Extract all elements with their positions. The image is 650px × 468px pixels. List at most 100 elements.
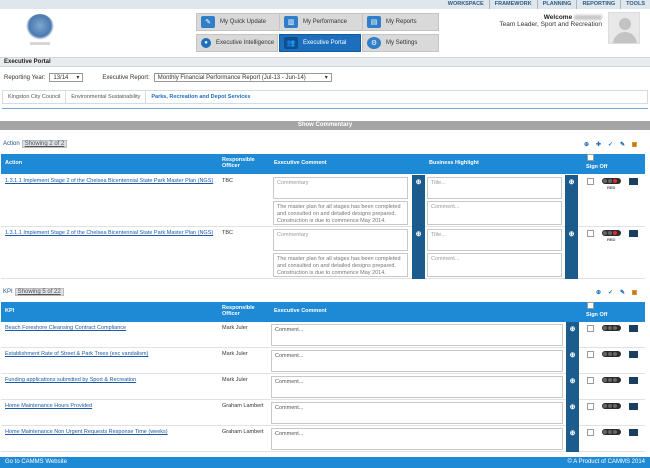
kpi-section-label: KPI Showing 5 of 22 bbox=[3, 288, 64, 296]
kpi-link[interactable]: Beach Foreshore Cleansing Contract Compl… bbox=[5, 325, 126, 331]
sign-off-checkbox[interactable] bbox=[587, 429, 594, 436]
table-row: 1.3.1.1 Implement Stage 2 of the Chelsea… bbox=[1, 227, 645, 279]
nav-planning[interactable]: PLANNING bbox=[536, 0, 577, 9]
highlight-comment-input[interactable]: Comment... bbox=[427, 201, 562, 225]
nav-tools[interactable]: TOOLS bbox=[620, 0, 650, 9]
email-icon[interactable] bbox=[629, 429, 638, 436]
kpi-link[interactable]: Home Maintenance Non Urgent Requests Res… bbox=[5, 429, 168, 435]
executive-comment-input[interactable]: Comment... bbox=[271, 402, 563, 424]
tile-executive-intelligence[interactable]: ● Executive Intelligence bbox=[196, 34, 278, 52]
highlight-title-input[interactable]: Title... bbox=[427, 177, 562, 199]
responsible-officer: Mark Juler bbox=[222, 377, 248, 383]
executive-comment-input[interactable]: Comment... bbox=[271, 350, 563, 372]
add-comment-button[interactable]: ⊕ bbox=[566, 400, 579, 426]
add-comment-icon[interactable]: ⊕ bbox=[594, 288, 603, 297]
camms-website-link[interactable]: Go to CAMMS Website bbox=[5, 457, 67, 468]
email-icon[interactable] bbox=[629, 377, 638, 384]
add-icon[interactable]: ✚ bbox=[594, 140, 603, 149]
header-executive-comment: Executive Comment bbox=[274, 308, 327, 314]
email-icon[interactable] bbox=[629, 230, 638, 237]
executive-comment-input[interactable]: Commentary bbox=[273, 229, 408, 251]
add-comment-button[interactable]: ⊕ bbox=[566, 322, 579, 348]
reporting-year-select[interactable]: 13/14 ▾ bbox=[49, 73, 84, 82]
tile-my-settings[interactable]: ⚙ My Settings bbox=[362, 34, 439, 52]
chart-icon: ▥ bbox=[284, 16, 298, 28]
traffic-light-icon bbox=[602, 377, 621, 383]
executive-comment-input[interactable]: Comment... bbox=[271, 376, 563, 398]
kpi-showing-count[interactable]: Showing 5 of 22 bbox=[14, 288, 64, 296]
user-name-redacted bbox=[574, 14, 602, 20]
nav-workspace[interactable]: WORKSPACE bbox=[443, 0, 489, 9]
footer: Go to CAMMS Website © A Product of CAMMS… bbox=[0, 457, 650, 468]
nav-reporting[interactable]: REPORTING bbox=[576, 0, 620, 9]
action-link[interactable]: 1.3.1.1 Implement Stage 2 of the Chelsea… bbox=[5, 178, 215, 185]
kpi-link[interactable]: Funding applications submitted by Sport … bbox=[5, 377, 136, 383]
breadcrumb: Kingston City Council Environmental Sust… bbox=[2, 90, 648, 104]
sign-off-checkbox[interactable] bbox=[587, 178, 594, 185]
sign-off-checkbox[interactable] bbox=[587, 230, 594, 237]
save-icon[interactable]: ▣ bbox=[630, 140, 639, 149]
tile-label: Executive Intelligence bbox=[216, 40, 275, 46]
executive-comment-input[interactable]: Comment... bbox=[271, 324, 563, 346]
executive-comment-input[interactable]: Comment... bbox=[271, 428, 563, 450]
responsible-officer: Mark Juler bbox=[222, 351, 248, 357]
header-action: Action bbox=[5, 160, 23, 166]
edit-icon[interactable]: ✎ bbox=[618, 288, 627, 297]
breadcrumb-item[interactable]: Kingston City Council bbox=[3, 91, 67, 103]
add-highlight-button[interactable]: ⊕ bbox=[565, 227, 578, 279]
traffic-light-icon bbox=[602, 429, 621, 435]
kpi-link[interactable]: Home Maintenance Hours Provided bbox=[5, 403, 92, 409]
council-logo bbox=[26, 14, 54, 40]
header-kpi: KPI bbox=[5, 308, 15, 314]
email-icon[interactable] bbox=[629, 351, 638, 358]
kpi-label: KPI bbox=[3, 289, 13, 295]
breadcrumb-item[interactable]: Environmental Sustainability bbox=[66, 91, 147, 103]
highlight-title-input[interactable]: Title... bbox=[427, 229, 562, 251]
sign-off-checkbox[interactable] bbox=[587, 403, 594, 410]
header-sign-off: Sign Off bbox=[586, 164, 608, 170]
action-link[interactable]: 1.3.1.1 Implement Stage 2 of the Chelsea… bbox=[5, 230, 215, 237]
save-icon[interactable]: ▣ bbox=[630, 288, 639, 297]
report-icon: ▤ bbox=[367, 16, 381, 28]
add-comment-button[interactable]: ⊕ bbox=[412, 175, 425, 227]
top-navigation: WORKSPACE FRAMEWORK PLANNING REPORTING TOOLS bbox=[0, 0, 650, 9]
table-row: 1.3.1.1 Implement Stage 2 of the Chelsea… bbox=[1, 175, 645, 227]
status-commentary: The master plan for all stages has been … bbox=[273, 201, 408, 225]
tile-executive-portal[interactable]: 👥 Executive Portal bbox=[279, 34, 361, 52]
reporting-year-label: Reporting Year: bbox=[4, 74, 46, 81]
sign-off-checkbox[interactable] bbox=[587, 351, 594, 358]
chevron-down-icon: ▾ bbox=[324, 75, 328, 81]
executive-report-value: Monthly Financial Performance Report (Ju… bbox=[157, 74, 306, 81]
spellcheck-icon[interactable]: ✓ bbox=[606, 140, 615, 149]
add-comment-button[interactable]: ⊕ bbox=[566, 426, 579, 452]
gear-icon: ⚙ bbox=[367, 37, 381, 49]
kpi-link[interactable]: Establishment Rate of Street & Park Tree… bbox=[5, 351, 148, 357]
highlight-comment-input[interactable]: Comment... bbox=[427, 253, 562, 277]
action-label: Action bbox=[3, 141, 20, 147]
add-comment-icon[interactable]: ⊕ bbox=[582, 140, 591, 149]
edit-icon[interactable]: ✎ bbox=[618, 140, 627, 149]
executive-comment-input[interactable]: Commentary bbox=[273, 177, 408, 199]
action-showing-count[interactable]: Showing 2 of 2 bbox=[21, 140, 68, 148]
email-icon[interactable] bbox=[629, 325, 638, 332]
sign-off-checkbox[interactable] bbox=[587, 377, 594, 384]
add-highlight-button[interactable]: ⊕ bbox=[565, 175, 578, 227]
tile-my-reports[interactable]: ▤ My Reports bbox=[362, 13, 439, 31]
spellcheck-icon[interactable]: ✓ bbox=[606, 288, 615, 297]
nav-framework[interactable]: FRAMEWORK bbox=[488, 0, 537, 9]
add-comment-button[interactable]: ⊕ bbox=[566, 374, 579, 400]
user-role: Team Leader, Sport and Recreation bbox=[499, 21, 602, 28]
tile-label: My Reports bbox=[386, 19, 417, 25]
executive-report-select[interactable]: Monthly Financial Performance Report (Ju… bbox=[153, 73, 332, 82]
traffic-light-icon bbox=[602, 351, 621, 357]
page-title: Executive Portal bbox=[0, 57, 650, 67]
sign-off-all-checkbox[interactable] bbox=[587, 302, 594, 309]
add-comment-button[interactable]: ⊕ bbox=[412, 227, 425, 279]
sign-off-all-checkbox[interactable] bbox=[587, 154, 594, 161]
email-icon[interactable] bbox=[629, 178, 638, 185]
email-icon[interactable] bbox=[629, 403, 638, 410]
show-commentary-bar[interactable]: Show Commentary bbox=[0, 121, 650, 130]
avatar[interactable] bbox=[608, 12, 640, 44]
sign-off-checkbox[interactable] bbox=[587, 325, 594, 332]
add-comment-button[interactable]: ⊕ bbox=[566, 348, 579, 374]
